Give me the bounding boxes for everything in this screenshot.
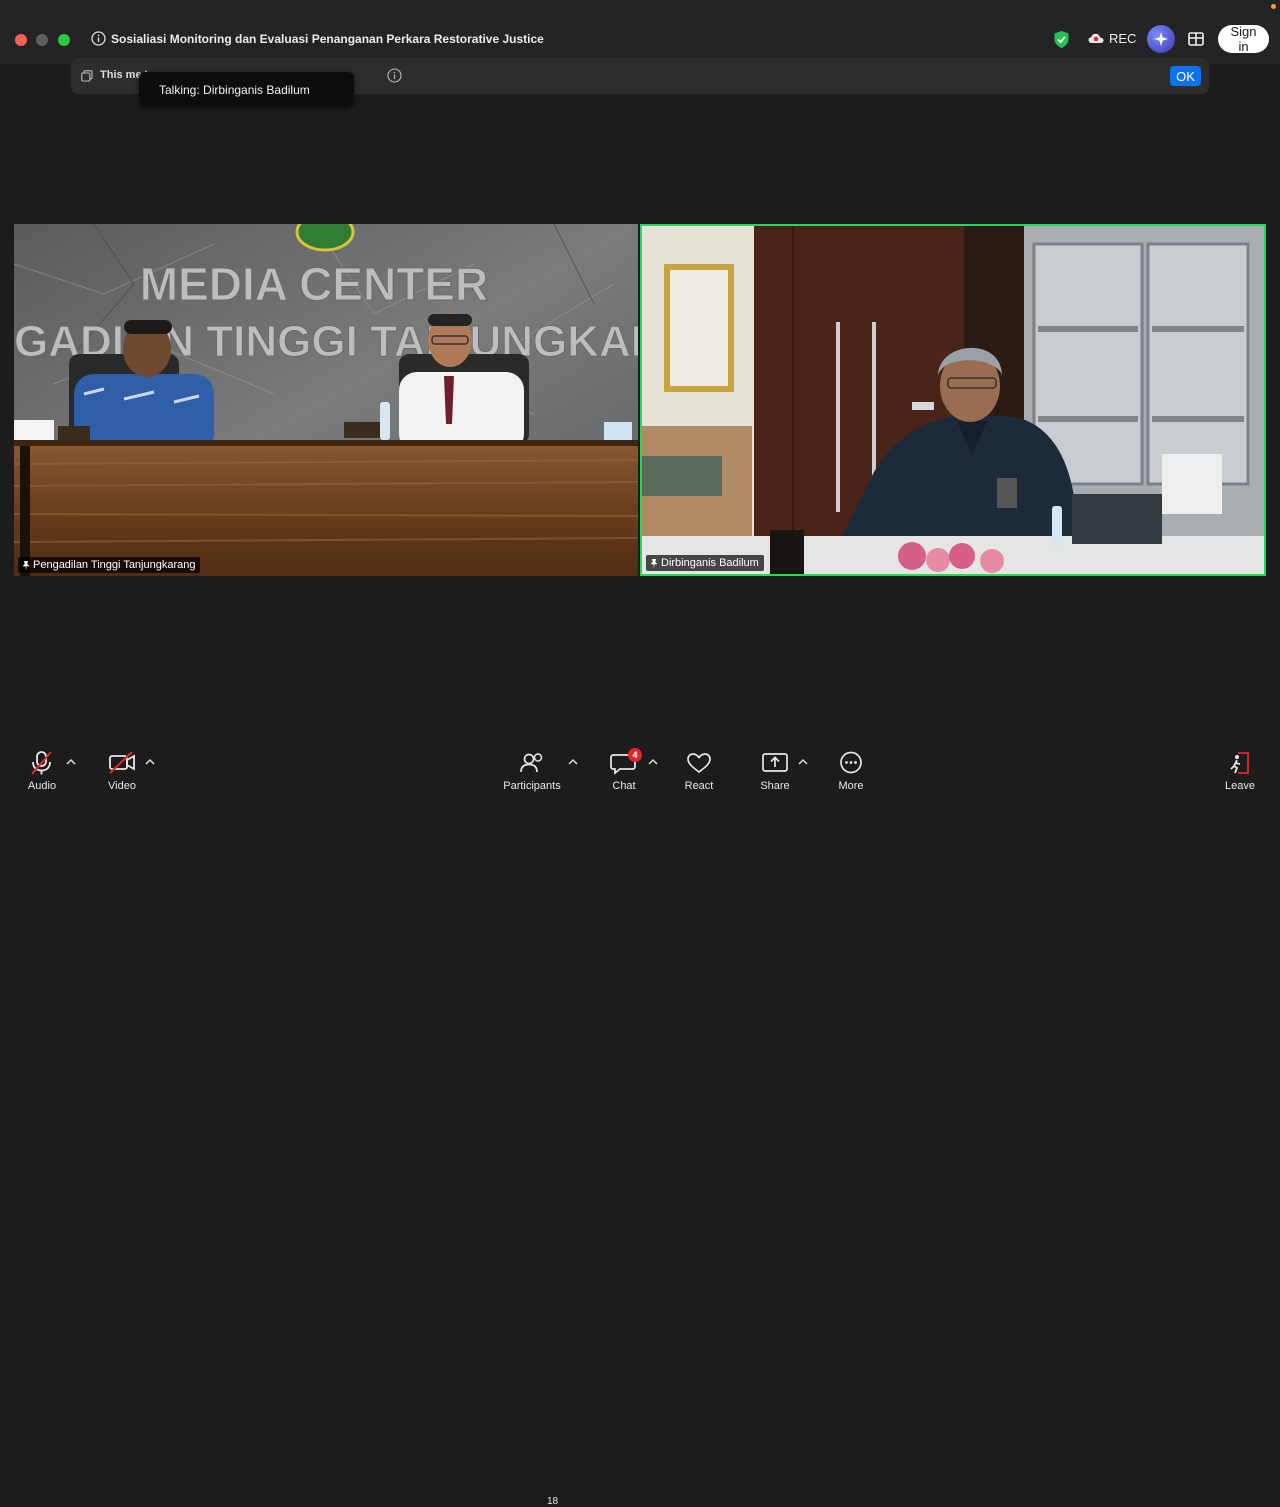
meeting-title: Sosialiasi Monitoring dan Evaluasi Penan…	[111, 32, 544, 46]
pin-icon	[650, 558, 658, 568]
cloud-record-icon	[1088, 33, 1104, 43]
pin-icon	[22, 560, 30, 570]
window-minimize-button[interactable]	[36, 34, 48, 46]
leave-door-icon	[1230, 752, 1249, 774]
react-label: React	[684, 780, 714, 792]
sparkle-icon	[1154, 32, 1168, 46]
participants-label: Participants	[503, 780, 561, 792]
participant-name-text: Dirbinganis Badilum	[661, 557, 759, 569]
video-tile-dirbinganis[interactable]: Dirbinganis Badilum	[640, 224, 1266, 576]
notice-info-icon[interactable]	[387, 68, 402, 83]
mic-in-use-dot	[1271, 4, 1276, 9]
title-bar: Sosialiasi Monitoring dan Evaluasi Penan…	[0, 0, 1280, 64]
rec-label: REC	[1109, 31, 1137, 46]
mic-muted-icon	[31, 751, 52, 775]
react-button[interactable]: React	[683, 750, 715, 792]
more-button[interactable]: More	[835, 750, 867, 792]
notice-ok-button[interactable]: OK	[1170, 66, 1201, 86]
leave-button[interactable]: Leave	[1224, 750, 1256, 792]
participants-icon	[520, 753, 543, 773]
sign-in-button[interactable]: Sign in	[1218, 24, 1269, 54]
heart-icon	[687, 753, 711, 774]
apps-grid-icon[interactable]	[1188, 31, 1204, 47]
audio-options-chevron-up-icon[interactable]	[66, 758, 76, 766]
participant-name-dirbinganis: Dirbinganis Badilum	[646, 555, 764, 571]
video-button[interactable]: Video	[106, 750, 138, 792]
chat-unread-badge: 4	[628, 748, 642, 762]
leave-label: Leave	[1225, 780, 1255, 792]
meeting-info-icon[interactable]	[91, 31, 106, 46]
participant-name-text: Pengadilan Tinggi Tanjungkarang	[33, 559, 196, 571]
meeting-toolbar: Audio Video Participants 18 Chat React S…	[0, 740, 1280, 1507]
talking-tooltip: Talking: Dirbinganis Badilum	[139, 72, 354, 106]
copy-icon	[81, 70, 93, 82]
share-screen-icon	[762, 753, 788, 772]
video-tile-pengadilan[interactable]: MEDIA CENTER GADIL N TINGGI TAN UNGKAR P…	[14, 224, 638, 576]
encryption-shield-icon[interactable]	[1053, 30, 1070, 49]
window-close-button[interactable]	[15, 34, 27, 46]
wall-sign-media-center: MEDIA CENTER	[140, 258, 488, 310]
chat-label: Chat	[612, 780, 636, 792]
audio-label: Audio	[27, 780, 57, 792]
more-label: More	[838, 780, 864, 792]
recording-indicator[interactable]: REC	[1088, 31, 1136, 46]
video-off-icon	[109, 751, 135, 774]
participants-button[interactable]: Participants	[502, 750, 562, 792]
window-fullscreen-button[interactable]	[58, 34, 70, 46]
participants-count: 18	[547, 1496, 559, 1507]
video-label: Video	[108, 780, 136, 792]
participant-name-pengadilan: Pengadilan Tinggi Tanjungkarang	[18, 557, 201, 573]
share-options-chevron-up-icon[interactable]	[798, 758, 808, 766]
ai-companion-button[interactable]	[1147, 25, 1175, 53]
participants-options-chevron-up-icon[interactable]	[568, 758, 578, 766]
video-options-chevron-up-icon[interactable]	[145, 758, 155, 766]
share-screen-button[interactable]: Share	[759, 750, 791, 792]
video-feed-pengadilan: MEDIA CENTER GADIL N TINGGI TAN UNGKAR	[14, 224, 638, 576]
talking-text: Talking: Dirbinganis Badilum	[159, 83, 310, 97]
more-dots-icon	[840, 751, 862, 774]
video-feed-dirbinganis	[642, 226, 1264, 574]
chat-options-chevron-up-icon[interactable]	[648, 758, 658, 766]
audio-button[interactable]: Audio	[26, 750, 58, 792]
share-label: Share	[760, 780, 790, 792]
